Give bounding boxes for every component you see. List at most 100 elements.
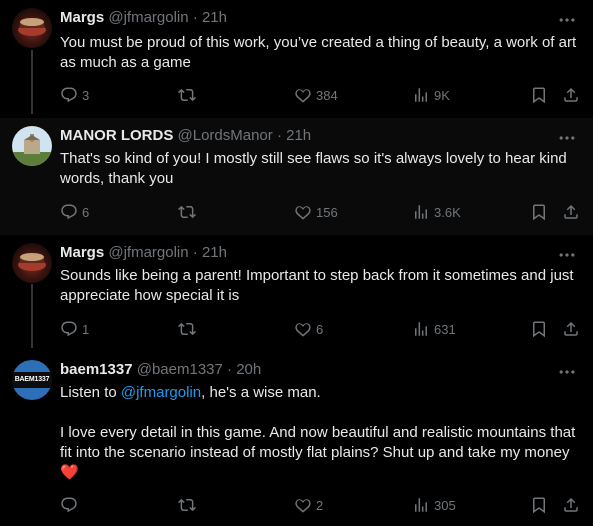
tweet-text: You must be proud of this work, you’ve c…	[60, 33, 580, 73]
retweet-icon	[178, 203, 196, 221]
like-icon	[294, 203, 312, 221]
bookmark-button[interactable]	[530, 202, 548, 222]
intro-prefix: Listen to	[60, 384, 121, 401]
like-icon	[294, 496, 312, 514]
view-count: 3.6K	[434, 204, 461, 220]
timestamp[interactable]: 20h	[236, 361, 261, 378]
like-count: 2	[316, 497, 324, 513]
tweet[interactable]: MANOR LORDS @LordsManor · 21h That's so …	[0, 118, 593, 235]
avatar[interactable]	[12, 8, 52, 48]
separator-dot: ·	[227, 361, 233, 378]
user-handle[interactable]: @jfmargolin	[108, 9, 188, 26]
view-count: 631	[434, 321, 456, 337]
action-bar: 1 6 631	[60, 319, 585, 339]
retweet-button[interactable]	[178, 495, 196, 515]
share-icon	[562, 496, 580, 514]
timestamp[interactable]: 21h	[202, 244, 227, 261]
like-count: 6	[316, 321, 324, 337]
bookmark-icon	[530, 203, 548, 221]
display-name[interactable]: Margs	[60, 244, 104, 261]
reply-icon	[60, 496, 78, 514]
share-icon	[562, 203, 580, 221]
reply-count: 3	[82, 87, 90, 103]
user-handle[interactable]: @jfmargolin	[108, 244, 188, 261]
tweet[interactable]: Margs @jfmargolin · 21h Sounds like bein…	[0, 235, 593, 352]
separator-dot: ·	[276, 127, 282, 144]
reply-icon	[60, 86, 78, 104]
reply-button[interactable]: 3	[60, 85, 89, 105]
retweet-icon	[178, 496, 196, 514]
like-button[interactable]: 2	[294, 495, 323, 515]
user-handle[interactable]: @LordsManor	[178, 127, 273, 144]
action-bar: 6 156 3.6K	[60, 202, 585, 222]
tweet-text-intro: Listen to @jfmargolin, he's a wise man.	[60, 383, 580, 403]
like-count: 156	[316, 204, 338, 220]
display-name[interactable]: Margs	[60, 9, 104, 26]
mention-link[interactable]: @jfmargolin	[121, 384, 201, 401]
views-button[interactable]: 9K	[412, 85, 450, 105]
reply-button[interactable]	[60, 495, 78, 515]
tweet-text: Listen to @jfmargolin, he's a wise man. …	[60, 383, 580, 483]
like-icon	[294, 320, 312, 338]
tweet-header: baem1337 @baem1337 · 20h	[60, 360, 261, 380]
tweet[interactable]: BAEM1337 baem1337 @baem1337 · 20h Listen…	[0, 352, 593, 526]
bookmark-button[interactable]	[530, 495, 548, 515]
avatar[interactable]: BAEM1337	[12, 360, 52, 400]
reply-icon	[60, 320, 78, 338]
bookmark-button[interactable]	[530, 319, 548, 339]
views-button[interactable]: 3.6K	[412, 202, 461, 222]
body-text: I love every detail in this game. And no…	[60, 424, 576, 461]
bookmark-icon	[530, 320, 548, 338]
tweet-text: That's so kind of you! I mostly still se…	[60, 149, 580, 189]
views-button[interactable]: 631	[412, 319, 456, 339]
avatar[interactable]	[12, 126, 52, 166]
tweet-text-line: That's so kind of you! I mostly still se…	[60, 150, 567, 187]
views-icon	[412, 86, 430, 104]
share-button[interactable]	[562, 319, 580, 339]
share-button[interactable]	[562, 202, 580, 222]
reply-count: 1	[82, 321, 90, 337]
display-name[interactable]: MANOR LORDS	[60, 127, 173, 144]
tweet-text-line: Sounds like being a parent! Important to…	[60, 267, 574, 304]
separator-dot: ·	[192, 244, 198, 261]
timestamp[interactable]: 21h	[202, 9, 227, 26]
more-icon[interactable]	[557, 362, 577, 382]
more-icon[interactable]	[557, 10, 577, 30]
bookmark-button[interactable]	[530, 85, 548, 105]
action-bar: 3 384 9K	[60, 85, 585, 105]
views-button[interactable]: 305	[412, 495, 456, 515]
like-button[interactable]: 6	[294, 319, 323, 339]
retweet-button[interactable]	[178, 319, 196, 339]
share-button[interactable]	[562, 85, 580, 105]
avatar-label: BAEM1337	[14, 376, 50, 383]
retweet-button[interactable]	[178, 85, 196, 105]
views-icon	[412, 496, 430, 514]
avatar[interactable]	[12, 243, 52, 283]
user-handle[interactable]: @baem1337	[137, 361, 223, 378]
more-icon[interactable]	[557, 128, 577, 148]
display-name[interactable]: baem1337	[60, 361, 133, 378]
intro-suffix: , he's a wise man.	[201, 384, 321, 401]
reply-button[interactable]: 1	[60, 319, 89, 339]
timestamp[interactable]: 21h	[286, 127, 311, 144]
tweet-text-line: You must be proud of this work, you’ve c…	[60, 34, 577, 71]
like-button[interactable]: 156	[294, 202, 338, 222]
more-icon[interactable]	[557, 245, 577, 265]
retweet-icon	[178, 86, 196, 104]
retweet-button[interactable]	[178, 202, 196, 222]
separator-dot: ·	[192, 9, 198, 26]
view-count: 305	[434, 497, 456, 513]
like-icon	[294, 86, 312, 104]
reply-icon	[60, 203, 78, 221]
reply-feed: Margs @jfmargolin · 21h You must be prou…	[0, 0, 593, 526]
reply-count: 6	[82, 204, 90, 220]
heart-emoji: ❤️	[60, 464, 79, 481]
share-icon	[562, 320, 580, 338]
tweet[interactable]: Margs @jfmargolin · 21h You must be prou…	[0, 0, 593, 118]
reply-button[interactable]: 6	[60, 202, 89, 222]
share-button[interactable]	[562, 495, 580, 515]
share-icon	[562, 86, 580, 104]
retweet-icon	[178, 320, 196, 338]
views-icon	[412, 320, 430, 338]
like-button[interactable]: 384	[294, 85, 338, 105]
